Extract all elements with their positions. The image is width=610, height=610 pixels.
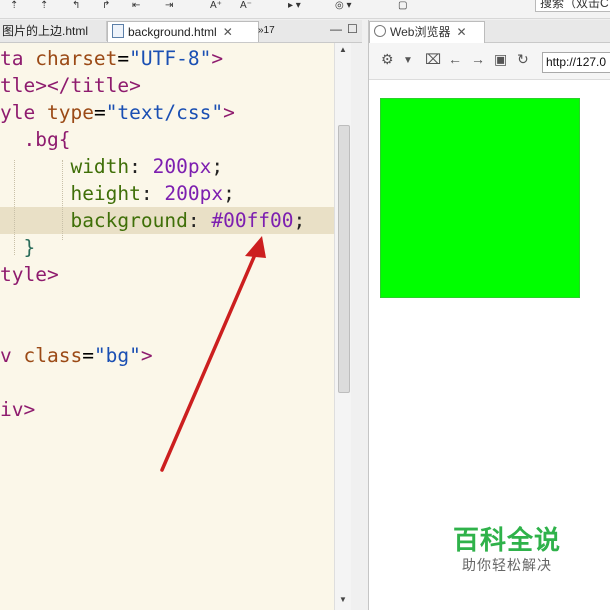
watermark-title: 百科全说: [452, 525, 561, 555]
watermark-subtitle: 助你轻松解决: [462, 557, 552, 573]
annotation-arrow: [160, 236, 266, 472]
watermark-logo: 百科全说 助你轻松解决: [450, 524, 564, 574]
